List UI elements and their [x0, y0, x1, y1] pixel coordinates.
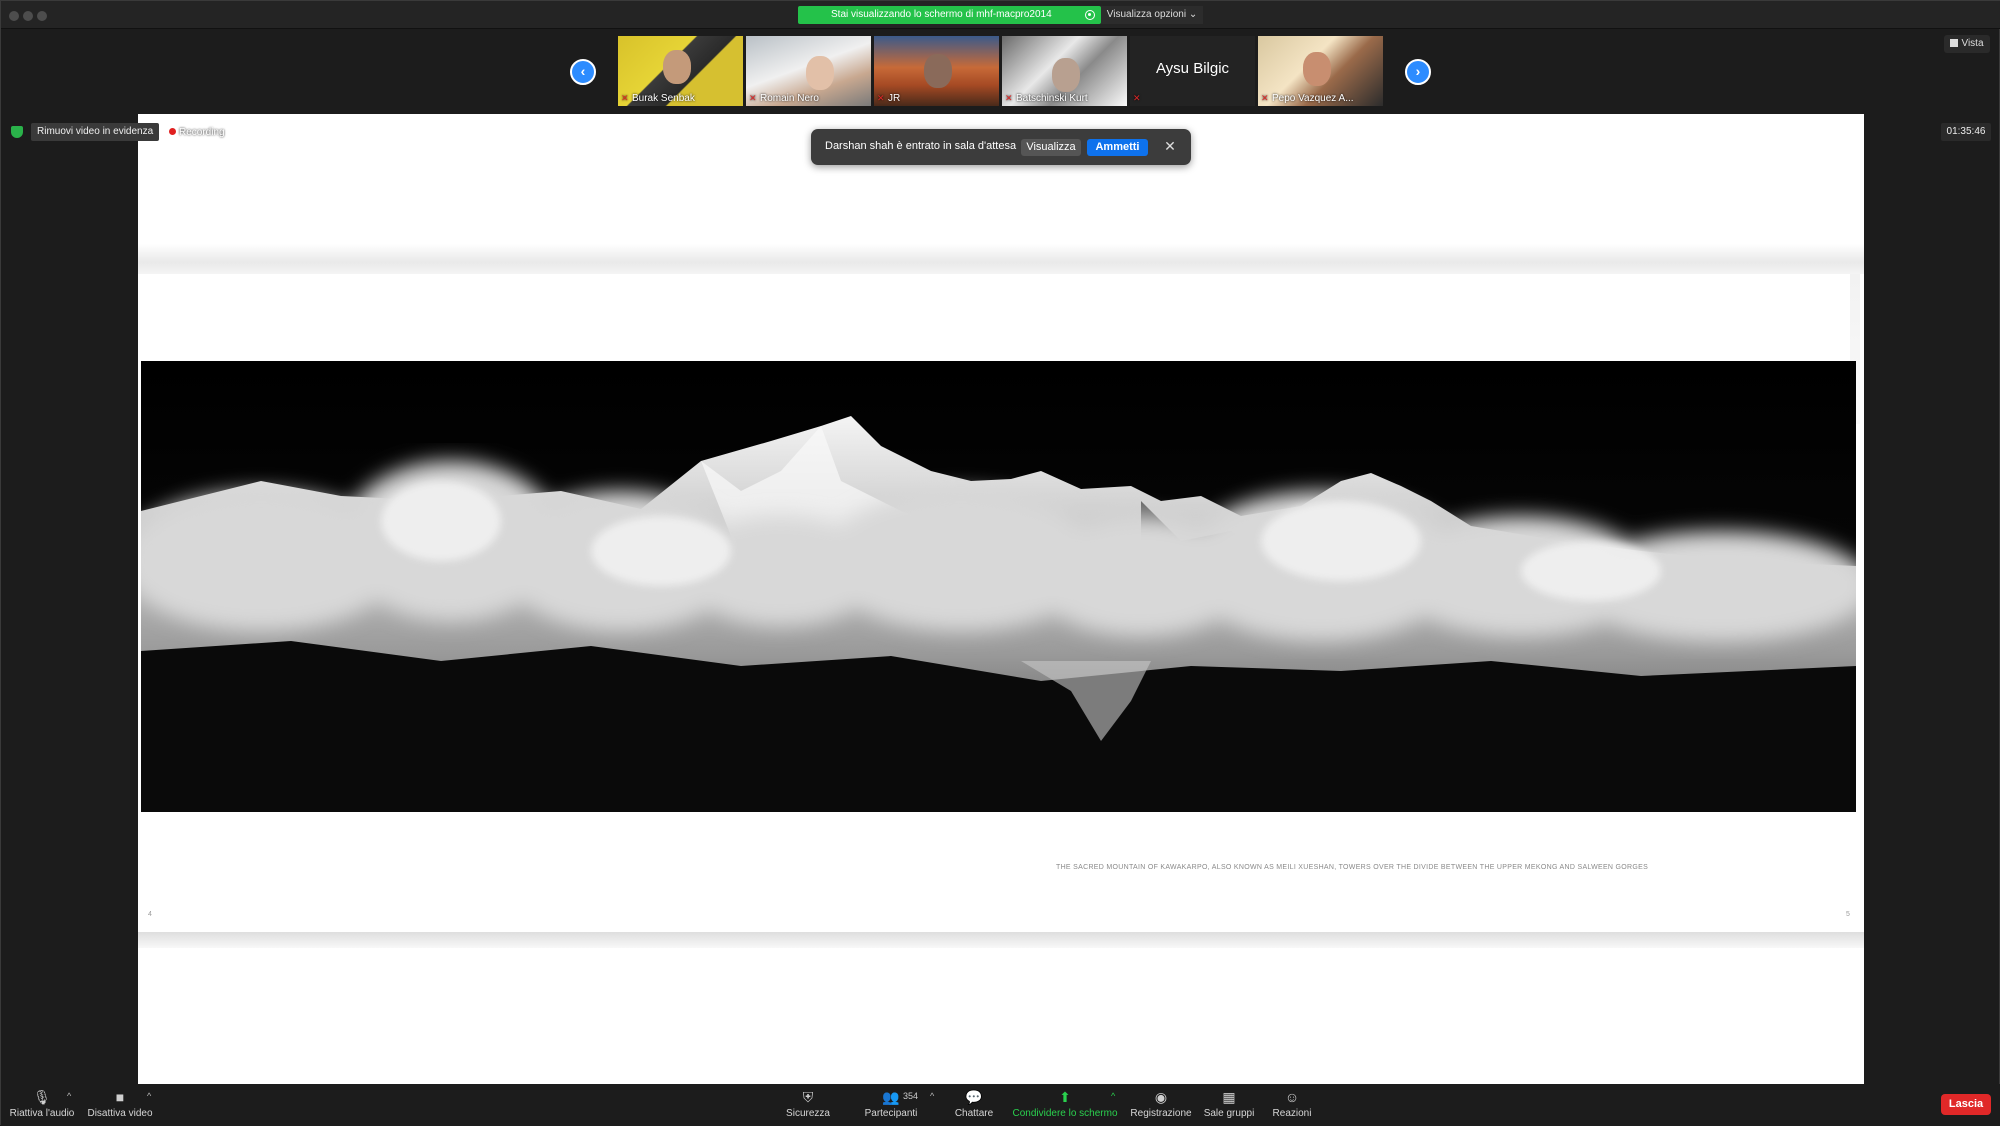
share-status-icon	[1085, 10, 1095, 20]
participant-video	[924, 54, 952, 88]
participant-tile[interactable]: ✕ JR	[874, 36, 999, 106]
page-fold	[138, 244, 1864, 274]
leave-meeting-button[interactable]: Lascia	[1941, 1094, 1991, 1115]
view-layout-button[interactable]: Vista	[1944, 35, 1990, 53]
close-icon[interactable]: ✕	[1161, 137, 1179, 155]
chevron-left-icon: ‹	[580, 63, 586, 79]
participant-video	[1052, 58, 1080, 92]
security-label: Sicurezza	[786, 1108, 830, 1119]
participant-tile[interactable]: ✕ Batschinski Kurt	[1002, 36, 1127, 106]
reactions-label: Reazioni	[1272, 1108, 1312, 1119]
security-button[interactable]: ⛨ Sicurezza	[783, 1088, 833, 1124]
recording-dot-icon	[169, 128, 176, 135]
maximize-window-icon[interactable]	[37, 11, 47, 21]
meeting-toolbar: 🎙 Riattiva l'audio ^ ■ Disattiva video ^…	[1, 1084, 2000, 1126]
muted-mic-icon: ✕	[877, 93, 885, 103]
muted-mic-icon: ✕	[749, 93, 757, 103]
spotlight-control: Rimuovi video in evidenza	[11, 123, 160, 141]
minimize-window-icon[interactable]	[23, 11, 33, 21]
recording-label: Recording	[179, 127, 225, 138]
page-number-left: 4	[148, 911, 152, 918]
unmute-label: Riattiva l'audio	[9, 1108, 75, 1119]
muted-mic-icon: ✕	[1133, 93, 1141, 103]
participant-tile[interactable]: ✕ Burak Senbak	[618, 36, 743, 106]
share-screen-label: Condividere lo schermo	[1012, 1108, 1118, 1119]
participant-name: Aysu Bilgic	[1155, 60, 1230, 77]
page-fold	[138, 932, 1864, 948]
participant-count: 354	[903, 1091, 919, 1101]
page-number-right: 5	[1846, 911, 1850, 918]
chat-label: Chattare	[954, 1108, 994, 1119]
participants-caret-icon[interactable]: ^	[930, 1091, 934, 1101]
share-options-caret-icon[interactable]: ^	[1111, 1091, 1115, 1101]
screen-share-banner: Stai visualizzando lo schermo di mhf-mac…	[798, 6, 1101, 24]
video-options-caret-icon[interactable]: ^	[147, 1091, 151, 1101]
breakout-rooms-label: Sale gruppi	[1203, 1108, 1255, 1119]
shared-screen: THE SACRED MOUNTAIN OF KAWAKARPO, ALSO K…	[138, 114, 1864, 1084]
mountain-panorama-image	[141, 361, 1856, 812]
chevron-right-icon: ›	[1415, 63, 1421, 79]
meeting-timer: 01:35:46	[1941, 123, 1991, 141]
view-options-button[interactable]: Visualizza opzioni ⌄	[1101, 6, 1203, 24]
chat-button[interactable]: 💬 Chattare	[949, 1088, 999, 1124]
video-camera-icon: ■	[115, 1089, 125, 1105]
participants-label: Partecipanti	[864, 1108, 918, 1119]
stop-video-button[interactable]: ■ Disattiva video	[87, 1088, 153, 1124]
chat-bubble-icon: 💬	[965, 1089, 983, 1105]
close-window-icon[interactable]	[9, 11, 19, 21]
shield-icon: ⛨	[802, 1089, 814, 1105]
grid-icon	[1950, 39, 1959, 47]
remove-spotlight-button[interactable]: Rimuovi video in evidenza	[31, 123, 160, 141]
reactions-button[interactable]: ☺ Reazioni	[1269, 1088, 1315, 1124]
view-layout-label: Vista	[1961, 38, 1984, 49]
participant-tile[interactable]: Aysu Bilgic ✕	[1130, 36, 1255, 106]
muted-mic-icon: ✕	[621, 93, 629, 103]
breakout-rooms-button[interactable]: ▦ Sale gruppi	[1201, 1088, 1257, 1124]
waiting-room-notification: Darshan shah è entrato in sala d'attesa …	[811, 129, 1191, 165]
stop-video-label: Disattiva video	[87, 1108, 153, 1119]
emoji-icon: ☺	[1284, 1089, 1300, 1105]
share-banner-text: Stai visualizzando lo schermo di mhf-mac…	[831, 9, 1052, 20]
participant-name: Romain Nero	[760, 93, 819, 104]
prev-participants-button[interactable]: ‹	[570, 59, 596, 85]
grid-icon: ▦	[1222, 1089, 1236, 1105]
next-participants-button[interactable]: ›	[1405, 59, 1431, 85]
participant-tile[interactable]: ✕ Pepo Vazquez A...	[1258, 36, 1383, 106]
recording-indicator: Recording	[169, 127, 225, 138]
participant-video	[663, 50, 691, 84]
audio-options-caret-icon[interactable]: ^	[67, 1091, 71, 1101]
participant-name: Batschinski Kurt	[1016, 93, 1088, 104]
view-waiting-room-button[interactable]: Visualizza	[1021, 139, 1081, 156]
record-icon: ◉	[1154, 1089, 1168, 1105]
participant-name: Pepo Vazquez A...	[1272, 93, 1354, 104]
waiting-room-message: Darshan shah è entrato in sala d'attesa	[825, 140, 1017, 152]
record-label: Registrazione	[1130, 1108, 1192, 1119]
shield-icon	[11, 126, 23, 138]
share-screen-button[interactable]: ⬆ Condividere lo schermo	[1011, 1088, 1119, 1124]
participant-video	[806, 56, 834, 90]
participant-tile[interactable]: ✕ Romain Nero	[746, 36, 871, 106]
zoom-meeting-window: Stai visualizzando lo schermo di mhf-mac…	[0, 0, 2000, 1126]
muted-mic-icon: ✕	[1261, 93, 1269, 103]
participant-name: Burak Senbak	[632, 93, 695, 104]
participant-name: JR	[888, 93, 901, 104]
admit-button[interactable]: Ammetti	[1087, 139, 1148, 156]
participant-video	[1303, 52, 1331, 86]
record-button[interactable]: ◉ Registrazione	[1128, 1088, 1194, 1124]
photo-caption: THE SACRED MOUNTAIN OF KAWAKARPO, ALSO K…	[1056, 864, 1649, 871]
title-bar: Stai visualizzando lo schermo di mhf-mac…	[1, 1, 2000, 29]
muted-mic-icon: ✕	[1005, 93, 1013, 103]
share-screen-icon: ⬆	[1059, 1089, 1071, 1105]
mountain-photo	[141, 361, 1856, 812]
